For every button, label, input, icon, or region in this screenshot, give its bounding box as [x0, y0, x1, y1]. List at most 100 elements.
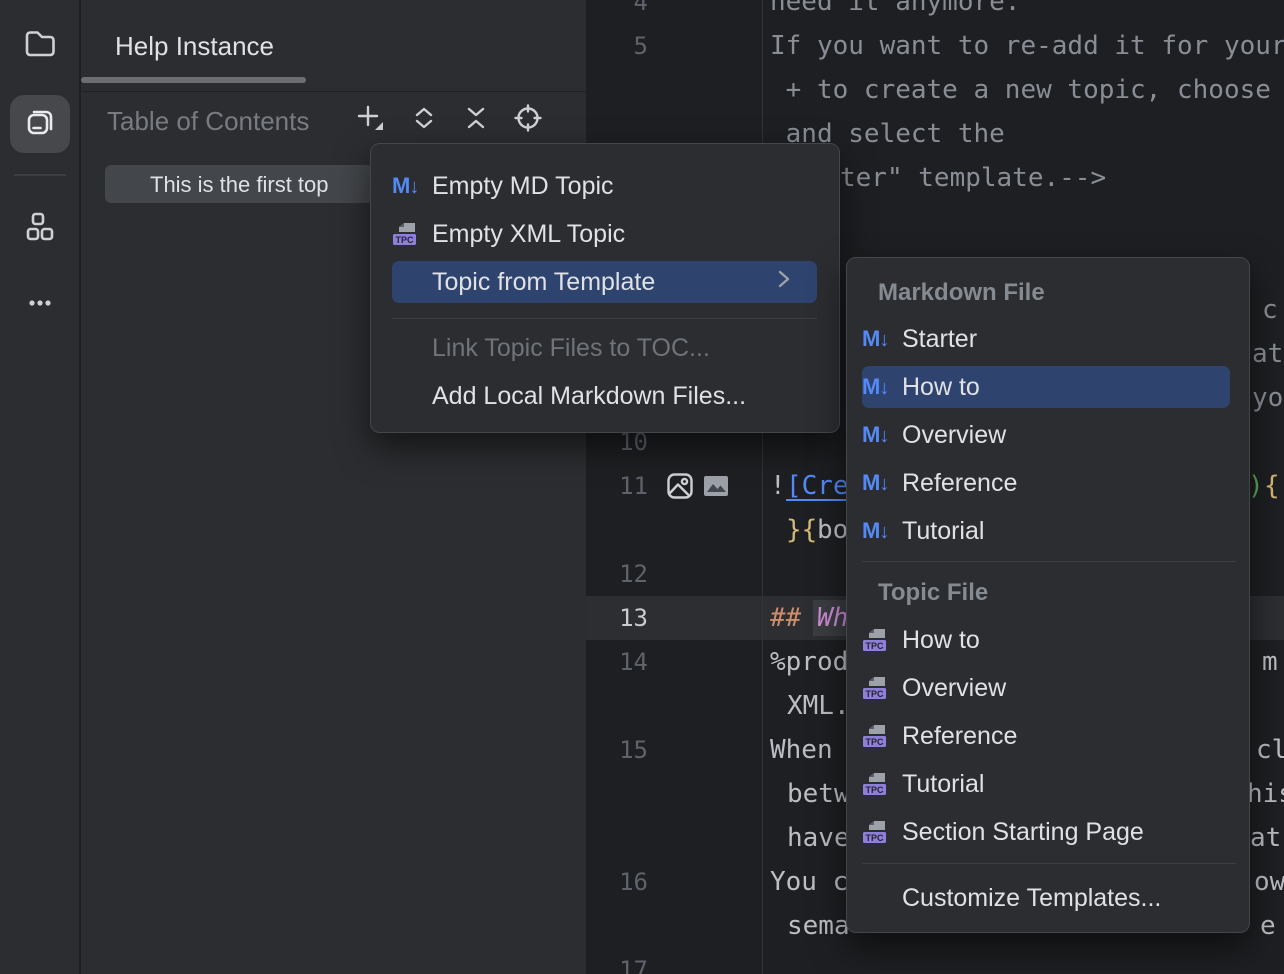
activity-bar: [0, 0, 80, 974]
md-icon: M↓: [862, 470, 902, 496]
code-segment-code: have: [787, 816, 850, 860]
topic-file-icon: TPC: [392, 221, 419, 248]
menu-item-empty-xml-topic[interactable]: TPC Empty XML Topic: [392, 213, 817, 255]
md-icon: M↓: [392, 173, 432, 199]
md-icon: M↓: [862, 374, 902, 400]
menu-item-label: Section Starting Page: [902, 818, 1144, 847]
code-segment-comment: need it anymore.: [770, 0, 1020, 24]
menu-separator: [862, 863, 1236, 864]
folder-icon: [20, 23, 60, 68]
menu-item-overview[interactable]: TPC Overview: [862, 667, 1230, 709]
code-segment-comment: ter" template.-->: [840, 156, 1106, 200]
menu-item-label: Topic from Template: [432, 268, 655, 297]
tpc-icon: TPC: [862, 771, 902, 798]
tpc-icon: TPC: [862, 723, 902, 750]
code-segment-green: ): [1248, 464, 1264, 508]
menu-item-empty-md-topic[interactable]: M↓Empty MD Topic: [392, 165, 817, 207]
tab-indicator: [81, 77, 306, 83]
expand-all-button[interactable]: [405, 101, 443, 139]
code-segment-code: e: [1260, 904, 1276, 948]
svg-text:TPC: TPC: [396, 234, 415, 244]
md-icon: M↓: [862, 422, 902, 448]
image-outline-icon[interactable]: [666, 472, 694, 500]
toc-header-label: Table of Contents: [107, 106, 309, 137]
add-button[interactable]: [351, 101, 389, 139]
menu-item-overview[interactable]: M↓Overview: [862, 414, 1230, 456]
topic-file-icon: TPC: [862, 819, 889, 846]
code-segment-comment: c: [1262, 288, 1278, 332]
toc-tree-item[interactable]: This is the first top: [105, 165, 373, 203]
code-segment-code: cl: [1256, 728, 1284, 772]
markdown-file-icon: M↓: [862, 422, 888, 448]
code-segment-code: at: [1250, 816, 1281, 860]
chevron-right-icon: [775, 268, 793, 297]
tpc-icon: TPC: [862, 819, 902, 846]
code-segment-code: betw: [787, 772, 850, 816]
plus-dropdown-icon: [355, 103, 385, 138]
menu-item-label: Empty XML Topic: [432, 220, 625, 249]
activity-button-project-folder[interactable]: [10, 16, 70, 74]
menu-item-how-to[interactable]: M↓ How to: [862, 366, 1230, 408]
code-segment-code: sema: [787, 904, 850, 948]
menu-item-section-starting-page[interactable]: TPC Section Starting Page: [862, 811, 1230, 853]
add-topic-context-menu: M↓Empty MD Topic TPC Empty XML Topic Topic …: [370, 143, 840, 433]
menu-item-label: Customize Templates...: [902, 884, 1161, 913]
locate-button[interactable]: [509, 101, 547, 139]
menu-item-label: Link Topic Files to TOC...: [432, 334, 710, 363]
menu-section-header: Topic File: [878, 578, 988, 608]
code-segment-code: XML.: [787, 684, 850, 728]
menu-item-label: Add Local Markdown Files...: [432, 382, 746, 411]
code-segment-code: When: [770, 728, 833, 772]
code-line: + to create a new topic, choose: [586, 68, 1284, 112]
tpc-icon: TPC: [862, 627, 902, 654]
ide-window: Help Instance Table of Contents This is …: [0, 0, 1284, 974]
code-segment-orange: ##: [770, 596, 801, 640]
collapse-icon: [463, 105, 489, 136]
menu-item-label: Reference: [902, 722, 1017, 751]
topic-file-icon: TPC: [862, 627, 889, 654]
activity-button-structure[interactable]: [10, 201, 70, 259]
code-segment-comment: + to create a new topic, choose: [770, 68, 1271, 112]
topic-file-icon: TPC: [862, 675, 889, 702]
svg-text:TPC: TPC: [866, 832, 885, 842]
markdown-file-icon: M↓: [392, 173, 418, 199]
menu-item-tutorial[interactable]: TPCTutorial: [862, 763, 1230, 805]
expand-icon: [411, 105, 437, 136]
menu-item-link-topic-files-to-toc[interactable]: Link Topic Files to TOC...: [392, 327, 817, 369]
toc-tree-item-label: This is the first top: [150, 172, 329, 198]
code-segment-yellow: {: [1264, 464, 1280, 508]
svg-text:TPC: TPC: [866, 784, 885, 794]
markdown-file-icon: M↓: [862, 326, 888, 352]
menu-item-label: Reference: [902, 469, 1017, 498]
menu-item-starter[interactable]: M↓ Starter: [862, 318, 1230, 360]
menu-item-customize-templates[interactable]: Customize Templates...: [862, 877, 1230, 919]
markdown-file-icon: M↓: [862, 518, 888, 544]
menu-item-label: How to: [902, 373, 980, 402]
code-segment-pink: Wh: [817, 596, 848, 640]
menu-item-topic-from-template[interactable]: Topic from Template: [392, 261, 817, 303]
collapse-all-button[interactable]: [457, 101, 495, 139]
image-filled-icon[interactable]: [702, 472, 730, 500]
menu-item-add-local-markdown-files[interactable]: Add Local Markdown Files...: [392, 375, 817, 417]
menu-separator: [392, 318, 817, 319]
svg-text:TPC: TPC: [866, 640, 885, 650]
code-line: need it anymore.: [586, 0, 1284, 24]
menu-item-label: Starter: [902, 325, 977, 354]
tool-window-title[interactable]: Help Instance: [115, 31, 274, 62]
menu-item-tutorial[interactable]: M↓Tutorial: [862, 510, 1230, 552]
menu-item-how-to[interactable]: TPC How to: [862, 619, 1230, 661]
code-segment-comment: you: [1252, 376, 1284, 420]
markdown-file-icon: M↓: [862, 374, 888, 400]
activity-button-more[interactable]: [10, 276, 70, 334]
topic-file-icon: TPC: [862, 723, 889, 750]
menu-item-label: How to: [902, 626, 980, 655]
code-segment-yellow: }{: [786, 508, 817, 552]
tpc-icon: TPC: [862, 675, 902, 702]
menu-separator: [862, 561, 1236, 562]
menu-item-reference[interactable]: TPC Reference: [862, 715, 1230, 757]
menu-item-label: Overview: [902, 674, 1006, 703]
code-segment-code: !: [770, 464, 786, 508]
activity-button-instances[interactable]: [10, 95, 70, 153]
menu-item-reference[interactable]: M↓Reference: [862, 462, 1230, 504]
line-number: 12: [586, 552, 648, 596]
